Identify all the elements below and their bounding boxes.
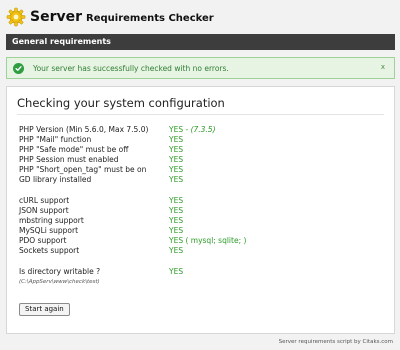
check-label: MySQLi support [19,226,79,235]
app-title: Server [30,9,83,25]
check-value: YES ( mysql; sqlite; ) [169,236,247,245]
check-label: PHP "Safe mode" must be off [19,145,129,154]
check-value: YES [169,206,184,215]
check-label: Sockets support [19,246,80,255]
check-label: PHP Session must enabled [19,155,119,164]
divider [17,114,384,115]
check-label: PHP "Mail" function [19,135,92,144]
config-panel: Checking your system configuration PHP V… [6,86,395,334]
check-value: YES [169,216,184,225]
panel-title: Checking your system configuration [17,96,225,110]
check-value: YES [169,155,184,164]
check-value: YES [169,226,184,235]
check-label: PHP Version (Min 5.6.0, Max 7.5.0) [19,125,149,134]
check-value: YES [169,246,184,255]
footer-credit[interactable]: Server requirements script by Citaks.com [279,339,393,345]
section-header: General requirements [6,34,395,50]
success-alert: Your server has successfully checked wit… [6,57,395,79]
check-value: YES [169,135,184,144]
check-label: PHP "Short_open_tag" must be on [19,165,147,174]
check-value: YES [169,165,184,174]
check-label: JSON support [19,206,69,215]
check-label: Is directory writable ? [19,267,101,276]
check-label: cURL support [19,196,70,205]
app-header: Server Requirements Checker [6,6,214,28]
directory-path: (C:\AppServ\www\check\test) [19,279,100,285]
check-circle-icon [13,62,24,74]
check-value: YES [169,267,184,276]
gear-icon [6,7,26,27]
check-label: PDO support [19,236,67,245]
check-label: mbstring support [19,216,84,225]
app-subtitle: Requirements Checker [86,12,214,24]
check-value: YES - (7.3.5) [169,125,216,134]
php-version-value: (7.3.5) [190,125,216,134]
start-again-button[interactable]: Start again [19,303,70,316]
close-icon[interactable]: x [381,63,385,71]
check-value: YES [169,175,184,184]
check-label: GD library installed [19,175,92,184]
check-value: YES [169,145,184,154]
alert-message: Your server has successfully checked wit… [33,63,229,73]
check-value: YES [169,196,184,205]
